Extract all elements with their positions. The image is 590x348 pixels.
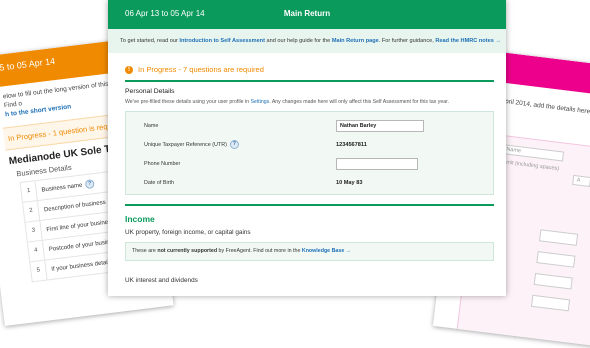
help-icon[interactable]: ? [84,179,95,190]
intro-text: To get started, read our [120,38,180,44]
row-number: 2 [23,201,41,222]
intro-text: . For further guidance, [378,38,436,44]
amount-input[interactable] [538,229,579,246]
intro-self-assessment-link[interactable]: Introduction to Self Assessment [179,38,265,44]
intro-strip: To get started, read our Introduction to… [108,29,506,53]
help-icon[interactable]: ? [229,140,239,149]
status-message: ! In Progress - 7 questions are required [125,65,494,74]
amount-input[interactable] [536,251,576,268]
note-text: . Any changes made here will only affect… [269,99,450,105]
row-number: 1 [20,181,38,202]
hmrc-notes-link[interactable]: Read the HMRC notes → [435,38,501,44]
row-label-text: Business name [41,182,83,194]
utr-label: Unique Taxpayer Reference (UTR)? [126,140,336,149]
dob-label: Date of Birth [144,179,174,186]
notice-text: These are [132,248,158,254]
divider [125,204,494,206]
note-text: We've pre-filled these details using you… [125,99,251,105]
row-label: Business name? [36,179,95,195]
main-return-guide-link[interactable]: Main Return page [332,38,379,44]
dob-value: 10 May 83 [336,179,363,186]
page-title: Main Return [283,9,331,18]
personal-details-note: We've pre-filled these details using you… [125,99,494,105]
income-subheading: UK property, foreign income, or capital … [125,229,251,236]
row-number: 5 [30,260,48,282]
row-label: Description of business [43,199,106,213]
notice-bold-text: not currently supported [157,248,218,254]
income-heading: Income [125,214,155,224]
utr-value: 1234567811 [336,141,367,148]
knowledge-base-link[interactable]: Knowledge Base → [302,248,351,254]
status-text: In Progress - 7 questions are required [138,65,264,74]
unsupported-notice: These are not currently supported by Fre… [125,242,494,261]
dob-row: Date of Birth 10 May 83 [126,173,493,192]
utr-row: Unique Taxpayer Reference (UTR)? 1234567… [126,135,493,154]
utr-label-text: Unique Taxpayer Reference (UTR) [144,141,227,148]
name-input[interactable]: Nathan Barley [336,119,424,132]
divider [125,80,494,82]
personal-details-form: Name Nathan Barley Unique Taxpayer Refer… [125,111,494,195]
intro-text: and our help guide for the [264,38,332,44]
row-number: 3 [25,220,43,242]
personal-details-heading: Personal Details [125,88,175,95]
phone-input[interactable] [336,157,418,170]
notice-text: by FreeAgent. Find out more in the [217,248,302,254]
phone-row: Phone Number [126,154,493,173]
warning-icon: ! [125,65,133,74]
row-label: If your business details c [50,258,117,273]
main-return-card: 06 Apr 13 to 05 Apr 14 Main Return To ge… [108,0,506,296]
name-row: Name Nathan Barley [126,116,493,135]
field-a-input[interactable]: A [572,174,590,188]
interest-dividends-heading: UK interest and dividends [125,277,198,284]
settings-link[interactable]: Settings [250,99,269,105]
phone-label: Phone Number [144,160,181,167]
amount-input[interactable] [533,272,573,290]
name-label: Name [144,122,159,129]
row-number: 4 [27,240,46,262]
main-return-header: 06 Apr 13 to 05 Apr 14 Main Return [108,0,506,29]
amount-input[interactable] [530,294,571,312]
